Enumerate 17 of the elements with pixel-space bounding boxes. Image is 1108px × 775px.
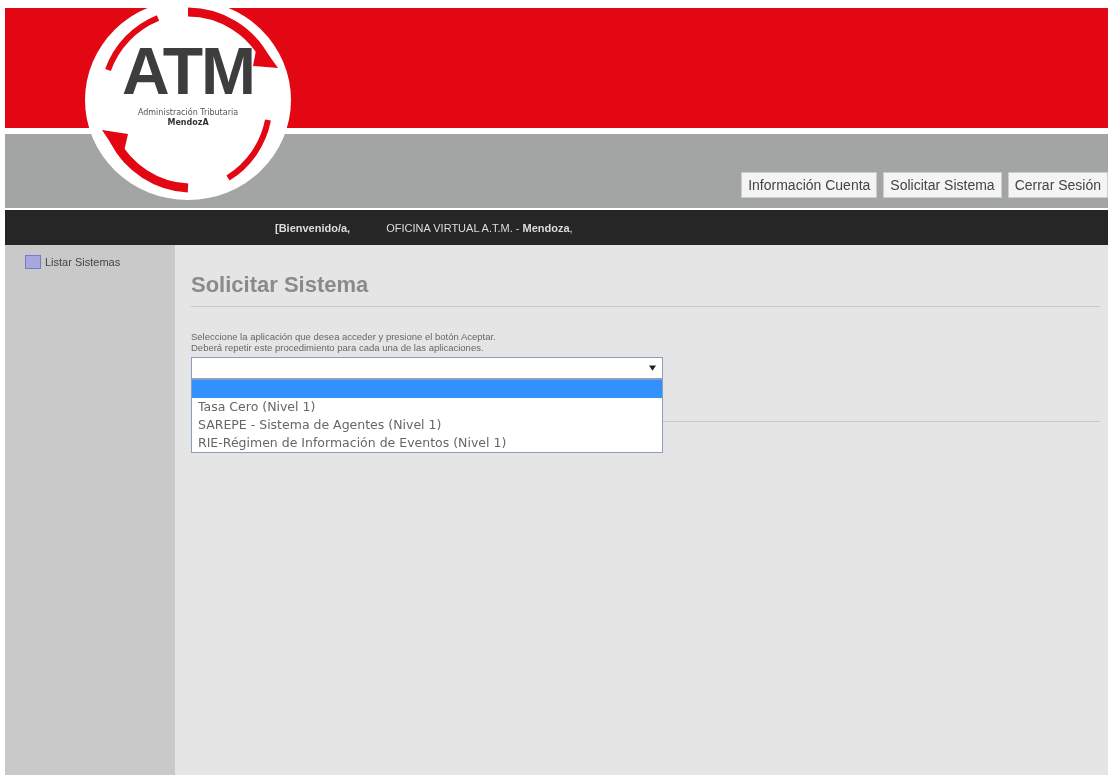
application-dropdown[interactable] <box>191 357 663 379</box>
instruction-text: Seleccione la aplicación que desea acceder y presione el botón Aceptar. <box>191 331 497 342</box>
dropdown-option[interactable]: Tasa Cero (Nivel 1) <box>192 398 662 416</box>
logo-text: ATM <box>121 38 255 104</box>
page-title: Solicitar Sistema <box>191 271 370 299</box>
instruction-text: Deberá repetir este procedimiento para cada una de las aplicaciones. <box>191 342 485 353</box>
nav-button[interactable]: Información Cuenta <box>741 172 878 198</box>
logo-region: MendozA <box>167 118 209 127</box>
dropdown-option[interactable]: SAREPE - Sistema de Agentes (Nivel 1) <box>192 416 662 434</box>
sidebar-link[interactable]: Listar Sistemas <box>5 255 175 269</box>
dropdown-option[interactable]: RIE-Régimen de Información de Eventos (Nivel 1) <box>192 434 662 452</box>
nav-button[interactable]: Solicitar Sistema <box>883 172 1002 198</box>
caret-icon <box>649 365 656 371</box>
welcome-text: [Bienvenido/a, <box>275 221 351 234</box>
logo-subtitle: Administración Tributaria <box>137 108 239 117</box>
nav-button[interactable]: Cerrar Sesión <box>1007 172 1108 198</box>
office-title: OFICINA VIRTUAL A.T.M. - Mendoza, <box>386 221 573 234</box>
